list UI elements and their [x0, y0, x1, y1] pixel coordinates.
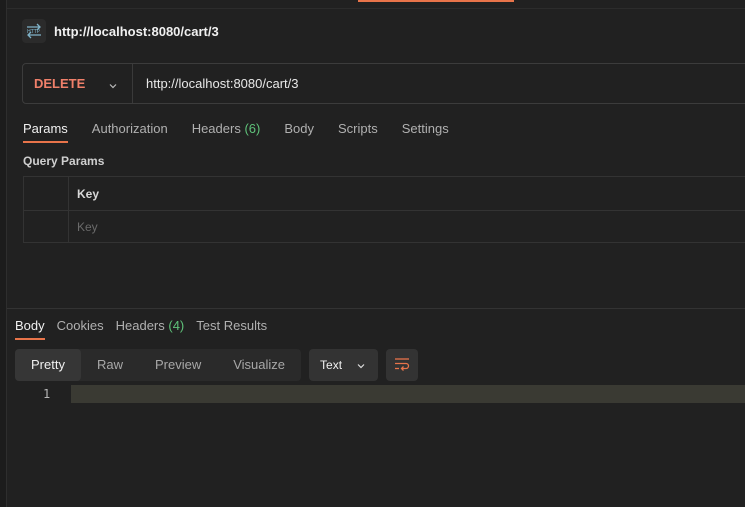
request-title-bar: HTTP http://localhost:8080/cart/3 [22, 18, 219, 44]
active-tab-indicator [358, 0, 514, 2]
headers-count: (6) [244, 121, 261, 136]
tab-scripts[interactable]: Scripts [338, 121, 378, 143]
format-label: Text [320, 358, 343, 372]
wrap-lines-icon [394, 357, 410, 374]
response-tabs: Body Cookies Headers (4) Test Results [15, 318, 279, 340]
response-editor[interactable]: 1 [7, 385, 745, 403]
key-input[interactable]: Key [77, 220, 98, 234]
response-toolbar: Pretty Raw Preview Visualize Text [15, 349, 419, 381]
svg-text:HTTP: HTTP [27, 29, 40, 35]
http-icon: HTTP [22, 19, 46, 43]
left-sidebar-edge [0, 0, 7, 507]
tab-headers[interactable]: Headers (6) [192, 121, 261, 143]
wrap-lines-button[interactable] [386, 349, 419, 381]
view-raw-button[interactable]: Raw [81, 349, 139, 381]
top-divider [7, 8, 745, 9]
response-headers-count: (4) [168, 318, 185, 333]
app-window: HTTP http://localhost:8080/cart/3 DELETE… [0, 0, 745, 507]
url-bar: DELETE http://localhost:8080/cart/3 [22, 63, 745, 104]
view-preview-button[interactable]: Preview [139, 349, 217, 381]
table-row: Key [24, 210, 745, 243]
tab-settings[interactable]: Settings [402, 121, 449, 143]
tab-response-headers[interactable]: Headers (4) [116, 318, 185, 340]
view-visualize-button[interactable]: Visualize [217, 349, 301, 381]
tab-test-results[interactable]: Test Results [196, 318, 267, 340]
query-params-table: Key Key [23, 176, 745, 243]
query-params-label: Query Params [23, 154, 105, 168]
tab-authorization[interactable]: Authorization [92, 121, 168, 143]
view-pretty-button[interactable]: Pretty [15, 349, 81, 381]
format-select[interactable]: Text [309, 349, 379, 381]
tab-cookies[interactable]: Cookies [57, 318, 104, 340]
request-title[interactable]: http://localhost:8080/cart/3 [54, 24, 219, 39]
table-header-row: Key [24, 177, 745, 211]
tab-params[interactable]: Params [23, 121, 68, 143]
current-line-highlight [71, 385, 745, 403]
chevron-down-icon [108, 79, 118, 94]
tab-body[interactable]: Body [284, 121, 314, 143]
key-column-header: Key [77, 187, 100, 201]
view-mode-segmented: Pretty Raw Preview Visualize [15, 349, 302, 381]
row-checkbox-cell[interactable] [24, 210, 69, 243]
tab-response-body[interactable]: Body [15, 318, 45, 340]
line-number: 1 [43, 387, 51, 401]
checkbox-column [24, 177, 69, 210]
method-select[interactable]: DELETE [23, 64, 133, 103]
chevron-down-icon [356, 360, 366, 374]
method-label: DELETE [34, 76, 86, 91]
request-tabs: Params Authorization Headers (6) Body Sc… [23, 121, 473, 143]
url-input[interactable]: http://localhost:8080/cart/3 [133, 76, 298, 91]
pane-splitter[interactable] [7, 308, 745, 309]
